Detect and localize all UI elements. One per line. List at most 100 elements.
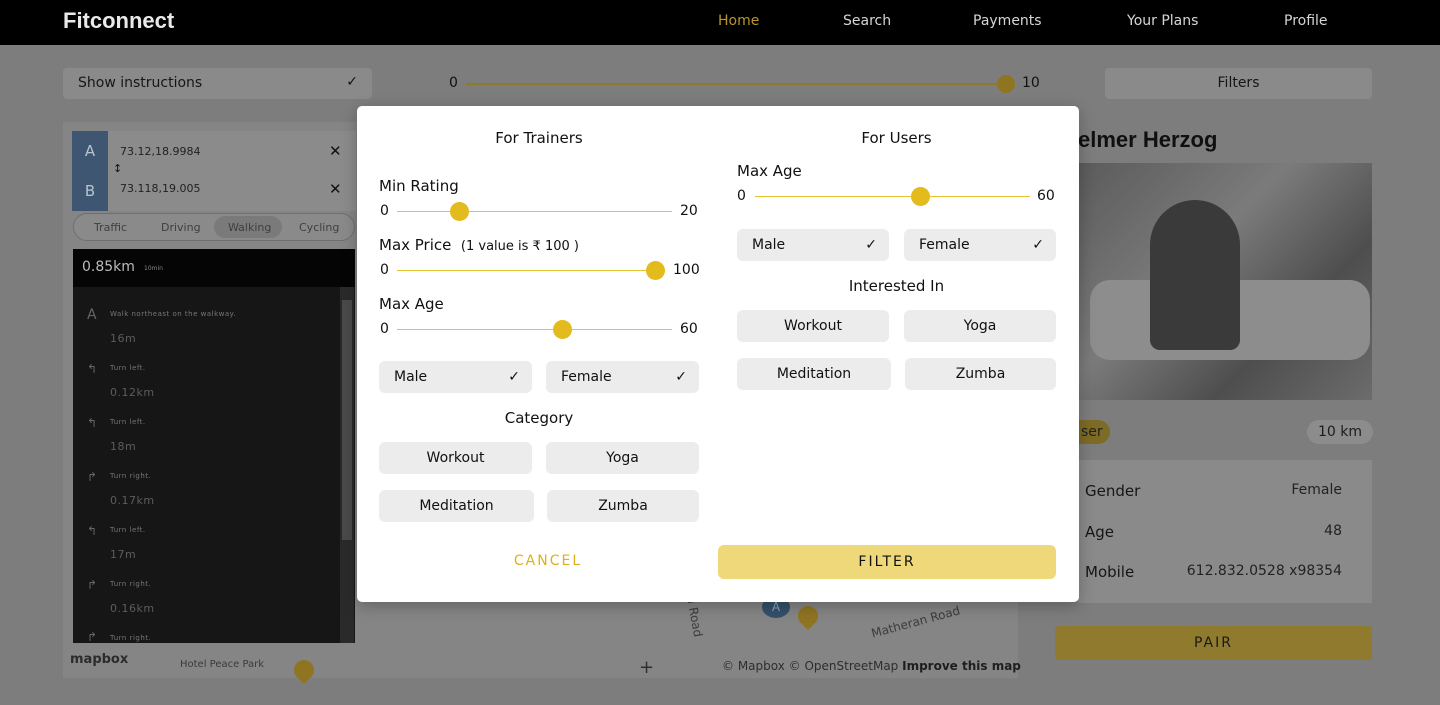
profile-name: elmer Herzog [1078,127,1218,152]
max-price-slider-thumb[interactable] [646,261,665,280]
mode-traffic[interactable]: Traffic [94,221,127,234]
max-price-label-text: Max Price [379,236,452,254]
filter-modal [357,106,1079,602]
check-icon: ✓ [1032,237,1044,253]
route-a-input[interactable]: 73.12,18.9984 [120,145,200,158]
distance-slider-track[interactable] [466,83,1006,85]
close-icon[interactable]: ✕ [329,142,342,160]
category-heading: Category [504,409,574,427]
user-max-age-min: 0 [737,188,746,204]
filters-button[interactable]: Filters [1105,68,1372,99]
pair-button[interactable]: PAIR [1055,626,1372,660]
swap-icon[interactable]: ↕ [113,162,122,175]
user-max-age-max: 60 [1037,188,1055,204]
step-text: Turn left. [110,364,146,372]
step-text: Walk northeast on the walkway. [110,310,237,318]
step-text: Turn left. [110,526,146,534]
category-yoga[interactable]: Yoga [546,442,699,474]
trainer-max-age-label: Max Age [379,295,444,313]
step-distance: 18m [110,440,137,453]
age-value: 48 [1324,523,1342,539]
user-max-age-slider-track[interactable] [755,196,1030,197]
max-price-slider-track[interactable] [397,270,655,271]
user-max-age-label: Max Age [737,162,802,180]
show-instructions-toggle[interactable]: Show instructions ✓ [63,68,372,99]
price-note: (1 value is ₹ 100 ) [460,239,579,254]
category-meditation[interactable]: Meditation [379,490,534,522]
step-text: Turn left. [110,418,146,426]
map-attribution: © Mapbox © OpenStreetMap Improve this ma… [722,659,1021,673]
route-b-input[interactable]: 73.118,19.005 [120,182,200,195]
min-rating-min: 0 [380,203,389,219]
role-badge: ser [1078,420,1110,444]
interest-workout[interactable]: Workout [737,310,889,342]
attribution-text[interactable]: © Mapbox © OpenStreetMap [722,659,898,673]
check-icon: ✓ [346,74,358,90]
min-rating-max: 20 [680,203,698,219]
mode-driving[interactable]: Driving [161,221,201,234]
mode-walking[interactable]: Walking [228,221,271,234]
zoom-in-icon[interactable]: + [639,657,654,678]
trainers-heading: For Trainers [495,129,583,147]
chip-label: Female [919,237,970,253]
gender-label: Gender [1085,482,1141,500]
interest-yoga[interactable]: Yoga [904,310,1056,342]
nav-profile[interactable]: Profile [1284,13,1328,29]
check-icon: ✓ [508,369,520,385]
mode-cycling[interactable]: Cycling [299,221,339,234]
distance-slider-thumb[interactable] [997,75,1015,93]
route-a-label: A [72,131,108,171]
trainer-gender-female-checkbox[interactable]: Female ✓ [546,361,699,393]
close-icon[interactable]: ✕ [329,180,342,198]
nav-search[interactable]: Search [843,13,891,29]
cancel-button[interactable]: CANCEL [501,553,595,573]
interested-in-heading: Interested In [848,277,945,295]
trainer-max-age-slider-thumb[interactable] [553,320,572,339]
age-label: Age [1085,523,1115,541]
min-rating-slider-track[interactable] [397,211,672,212]
trainer-gender-male-checkbox[interactable]: Male ✓ [379,361,532,393]
route-time: 10min [144,265,163,272]
turn-left-icon: ↰ [87,416,98,430]
category-zumba[interactable]: Zumba [547,490,699,522]
user-gender-male-checkbox[interactable]: Male ✓ [737,229,889,261]
improve-map-link[interactable]: Improve this map [902,659,1021,673]
turn-right-icon: ↱ [87,578,98,592]
mapbox-logo[interactable]: mapbox [70,652,128,667]
users-heading: For Users [861,129,932,147]
user-gender-female-checkbox[interactable]: Female ✓ [904,229,1056,261]
category-workout[interactable]: Workout [379,442,532,474]
nav-payments[interactable]: Payments [973,13,1042,29]
nav-your-plans[interactable]: Your Plans [1127,13,1198,29]
interest-meditation[interactable]: Meditation [737,358,891,390]
check-icon: ✓ [675,369,687,385]
step-distance: 17m [110,548,137,561]
step-icon: A [87,307,97,323]
max-price-max: 100 [673,262,700,278]
user-max-age-slider-thumb[interactable] [911,187,930,206]
step-text: Turn right. [110,580,152,588]
route-b-label: B [72,171,108,211]
interest-zumba[interactable]: Zumba [905,358,1056,390]
nav-home[interactable]: Home [718,13,759,29]
brand-logo[interactable]: Fitconnect [63,8,174,34]
turn-right-icon: ↱ [87,630,98,644]
chip-label: Male [752,237,786,253]
chip-label: Female [561,369,612,385]
top-navbar: Fitconnect Home Search Payments Your Pla… [0,0,1440,45]
max-price-label: Max Price (1 value is ₹ 100 ) [379,236,579,254]
trainer-max-age-slider-track[interactable] [397,329,672,330]
step-distance: 0.17km [110,494,155,507]
route-distance: 0.85km [82,259,135,275]
trainer-max-age-min: 0 [380,321,389,337]
filter-button[interactable]: FILTER [718,545,1056,579]
max-price-min: 0 [380,262,389,278]
turn-left-icon: ↰ [87,362,98,376]
gender-value: Female [1291,482,1342,498]
directions-scrollbar-thumb[interactable] [342,300,352,540]
chip-label: Male [394,369,428,385]
step-distance: 0.16km [110,602,155,615]
step-distance: 0.12km [110,386,155,399]
step-text: Turn right. [110,634,152,642]
min-rating-slider-thumb[interactable] [449,202,469,221]
